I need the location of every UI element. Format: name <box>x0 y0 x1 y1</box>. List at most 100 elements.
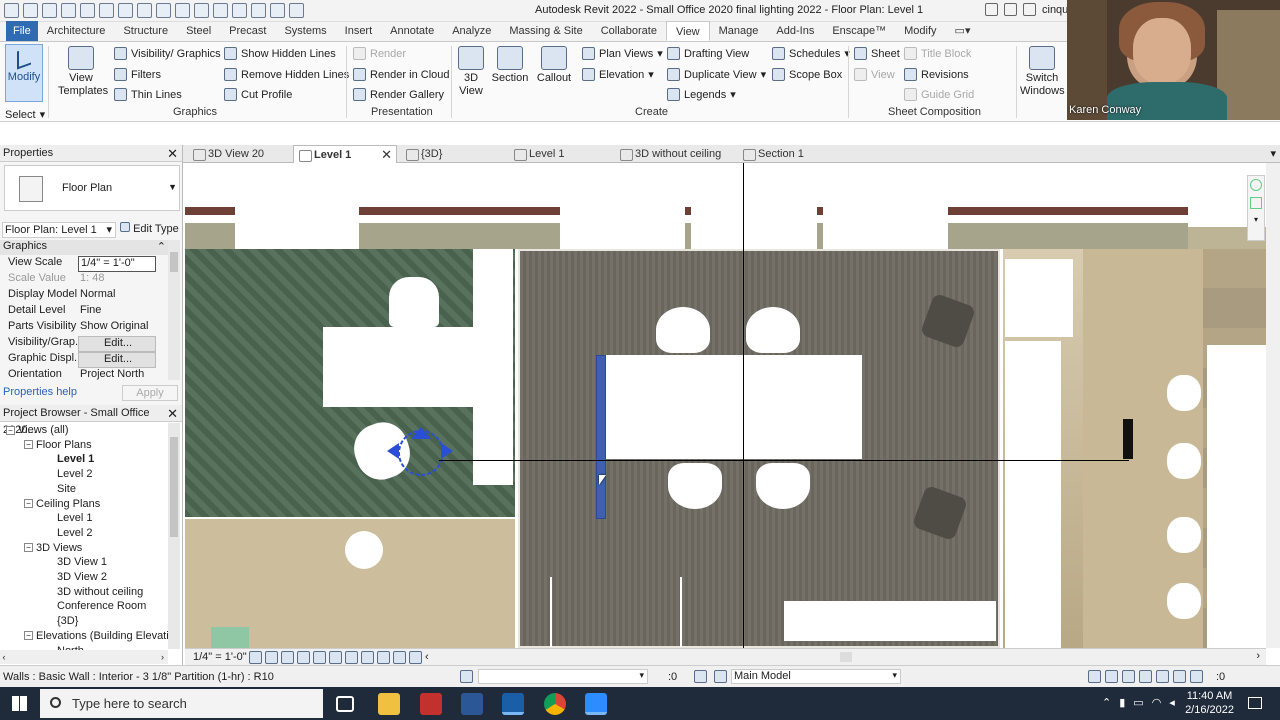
reveal-hidden-icon[interactable] <box>361 651 374 664</box>
cut-profile-button[interactable]: Cut Profile <box>224 88 292 101</box>
collapse-toggle-icon[interactable]: − <box>24 543 33 553</box>
browser-item[interactable]: 3D View 1 <box>57 556 107 568</box>
close-hidden-icon[interactable] <box>270 3 285 18</box>
undo-icon[interactable] <box>80 3 95 18</box>
browser-scrollbar[interactable] <box>168 423 180 649</box>
browser-hscrollbar[interactable]: ‹ › <box>0 650 168 664</box>
rotate-grip-icon[interactable] <box>381 421 455 481</box>
text-icon[interactable] <box>194 3 209 18</box>
detail-level-icon[interactable] <box>249 651 262 664</box>
notifications-icon[interactable] <box>1248 697 1262 709</box>
view-tab[interactable]: Level 1 <box>509 145 564 163</box>
battery-icon[interactable]: ▭ <box>1133 696 1143 709</box>
show-crop-icon[interactable] <box>329 651 342 664</box>
browser-item[interactable]: Conference Room <box>57 600 146 612</box>
chrome-icon[interactable] <box>544 693 566 715</box>
switch-windows-icon[interactable] <box>289 3 304 18</box>
chevron-right-icon[interactable]: › <box>1256 650 1260 662</box>
ribbon-tab-collaborate[interactable]: Collaborate <box>592 21 666 41</box>
callout-button[interactable]: Callout <box>534 46 574 85</box>
ribbon-tab-enscape[interactable]: Enscape™ <box>823 21 895 41</box>
windows-start-icon[interactable] <box>12 696 27 711</box>
ribbon-tab-add-ins[interactable]: Add-Ins <box>767 21 823 41</box>
drag-elements-icon[interactable] <box>1156 670 1169 683</box>
microphone-icon[interactable]: ▮ <box>1119 696 1125 709</box>
browser-item[interactable]: − Ceiling Plans <box>24 498 100 510</box>
legends-button[interactable]: Legends ▾ <box>667 88 736 101</box>
browser-item[interactable]: − Floor Plans <box>24 439 92 451</box>
user-icon[interactable] <box>1023 3 1036 16</box>
visibility-graphics-button[interactable]: Visibility/ Graphics <box>114 47 221 60</box>
filters-button[interactable]: Filters <box>114 68 161 81</box>
section-icon[interactable] <box>232 3 247 18</box>
property-value[interactable]: Edit... <box>78 352 156 368</box>
revit-logo-icon[interactable] <box>4 3 19 18</box>
graphics-group-header[interactable]: Graphics ⌃ <box>0 240 180 255</box>
thin-lines-icon[interactable] <box>251 3 266 18</box>
revisions-button[interactable]: Revisions <box>904 68 969 81</box>
view-placement-button[interactable]: View <box>854 68 895 81</box>
constraints-icon[interactable] <box>409 651 422 664</box>
temporary-hide-icon[interactable] <box>345 651 358 664</box>
modify-button[interactable]: Modify <box>5 44 43 102</box>
file-explorer-icon[interactable] <box>378 693 400 715</box>
switch-windows-button[interactable]: Switch Windows <box>1020 46 1065 98</box>
word-icon[interactable] <box>461 693 483 715</box>
canvas-vscrollbar[interactable] <box>1266 163 1280 648</box>
browser-item[interactable]: −3D Views <box>24 542 82 554</box>
view-templates-button[interactable]: View Templates <box>58 46 108 98</box>
dimension-icon[interactable] <box>156 3 171 18</box>
chevron-down-icon[interactable]: ▾ <box>1248 215 1264 224</box>
render-gallery-button[interactable]: Render Gallery <box>353 88 444 101</box>
show-hidden-lines-button[interactable]: Show Hidden Lines <box>224 47 336 60</box>
open-icon[interactable] <box>23 3 38 18</box>
chevron-down-icon[interactable]: ▾ <box>1270 147 1276 160</box>
apply-button[interactable]: Apply <box>122 385 178 401</box>
ribbon-tab-steel[interactable]: Steel <box>177 21 220 41</box>
ribbon-tab-view[interactable]: View <box>665 21 710 41</box>
collapse-toggle-icon[interactable]: − <box>6 425 15 435</box>
view-tab[interactable]: {3D} <box>401 145 442 163</box>
ribbon-tab-structure[interactable]: Structure <box>114 21 177 41</box>
select-dropdown[interactable]: Select ▾ <box>5 108 45 122</box>
select-links-icon[interactable] <box>1088 670 1101 683</box>
section-button[interactable]: Section <box>490 46 530 85</box>
collapse-toggle-icon[interactable]: − <box>24 631 33 641</box>
property-row[interactable]: Visibility/Grap... Edit... <box>0 336 166 352</box>
browser-item[interactable]: 3D View 2 <box>57 571 107 583</box>
scope-box-button[interactable]: Scope Box <box>772 68 842 81</box>
search-icon[interactable] <box>985 3 998 16</box>
browser-item[interactable]: − Views (all) <box>6 424 69 436</box>
task-view-icon[interactable] <box>336 696 354 712</box>
canvas-hscroll-thumb[interactable] <box>840 652 852 662</box>
property-row[interactable]: Detail Level Fine <box>0 304 166 320</box>
ribbon-tab-annotate[interactable]: Annotate <box>381 21 443 41</box>
type-selector[interactable]: Floor Plan ▼ <box>4 165 180 211</box>
select-pinned-icon[interactable] <box>1122 670 1135 683</box>
save-icon[interactable] <box>42 3 57 18</box>
acrobat-icon[interactable] <box>420 693 442 715</box>
taskbar-search[interactable]: Type here to search <box>40 689 323 718</box>
browser-item[interactable]: Level 1 <box>57 512 92 524</box>
ribbon-tab-precast[interactable]: Precast <box>220 21 275 41</box>
browser-item[interactable]: Level 2 <box>57 468 92 480</box>
browser-item[interactable]: {3D} <box>57 615 78 627</box>
property-row[interactable]: Orientation Project North <box>0 368 166 384</box>
view-tab[interactable]: Section 1 <box>738 145 804 163</box>
property-row[interactable]: View Scale 1/4" = 1'-0" <box>0 256 166 272</box>
schedules-button[interactable]: Schedules▾ <box>772 47 850 60</box>
zoom-icon[interactable] <box>1250 197 1262 209</box>
thin-lines-button[interactable]: Thin Lines <box>114 88 182 101</box>
print-icon[interactable] <box>118 3 133 18</box>
sync-icon[interactable] <box>61 3 76 18</box>
volume-icon[interactable]: ◂ <box>1169 696 1175 709</box>
browser-item[interactable]: − Elevations (Building Elevatio <box>24 630 175 642</box>
zoom-app-icon[interactable] <box>585 693 607 715</box>
view-tab[interactable]: 3D View 20 <box>188 145 264 163</box>
filter-icon[interactable] <box>1190 670 1203 683</box>
sun-path-icon[interactable] <box>281 651 294 664</box>
ribbon-tab-architecture[interactable]: Architecture <box>38 21 115 41</box>
ribbon-tab-manage[interactable]: Manage <box>710 21 768 41</box>
collapse-toggle-icon[interactable]: − <box>24 440 33 450</box>
chevron-left-icon[interactable]: ‹ <box>425 651 429 664</box>
